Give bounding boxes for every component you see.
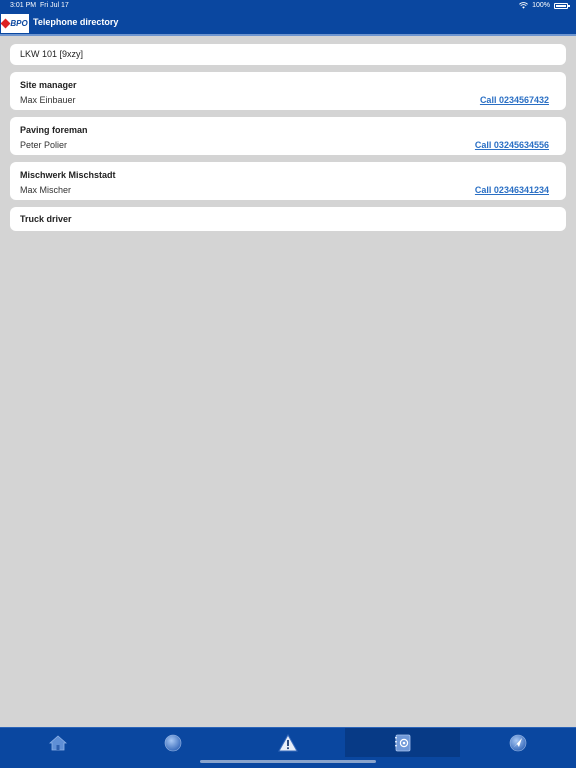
status-bar: 3:01 PM Fri Jul 17 100% [0,1,576,11]
logo-mark-icon [0,18,11,29]
status-right: 100% [519,2,570,9]
truck-driver-card: Truck driver [10,207,566,231]
contact-role: Site manager [20,80,77,90]
tab-directory[interactable] [345,728,460,757]
status-time: 3:01 PM Fri Jul 17 [10,2,69,9]
contact-name: Peter Polier [20,140,68,150]
status-clock: 3:01 PM [10,2,37,9]
warning-icon [277,733,298,751]
vehicle-label: LKW 101 [9xzy] [20,49,84,59]
contact-role: Truck driver [20,214,72,224]
contact-card: Mischwerk Mischstadt Max Mischer Call 02… [10,162,566,200]
tab-alerts[interactable] [230,728,345,757]
status-date: Fri Jul 17 [39,2,69,9]
globe-icon [164,734,181,751]
home-icon [48,734,67,750]
navigation-icon [509,734,526,751]
tab-map[interactable] [115,728,230,757]
battery-percent: 100% [532,2,550,9]
phonebook-icon [394,734,410,751]
wifi-icon [519,2,529,9]
app-header: 3:01 PM Fri Jul 17 100% BPO Telephone di… [0,0,576,34]
call-link[interactable]: Call 02346341234 [475,185,549,195]
contact-role: Mischwerk Mischstadt [20,170,116,180]
contact-card: Paving foreman Peter Polier Call 0324563… [10,117,566,155]
contact-name: Max Einbauer [20,95,76,105]
page-title: Telephone directory [33,17,119,27]
home-indicator[interactable] [200,760,376,763]
call-link[interactable]: Call 03245634556 [475,140,549,150]
call-link[interactable]: Call 0234567432 [480,95,549,105]
tab-navigation[interactable] [460,728,575,757]
contact-name: Max Mischer [20,185,72,195]
header-divider [0,34,576,36]
tab-home[interactable] [0,728,115,757]
directory-list: LKW 101 [9xzy] Site manager Max Einbauer… [10,44,566,238]
contact-role: Paving foreman [20,125,88,135]
bpo-logo: BPO [0,14,29,33]
vehicle-card: LKW 101 [9xzy] [10,44,566,65]
battery-icon [554,2,570,9]
contact-card: Site manager Max Einbauer Call 023456743… [10,72,566,110]
logo-text: BPO [10,19,28,28]
